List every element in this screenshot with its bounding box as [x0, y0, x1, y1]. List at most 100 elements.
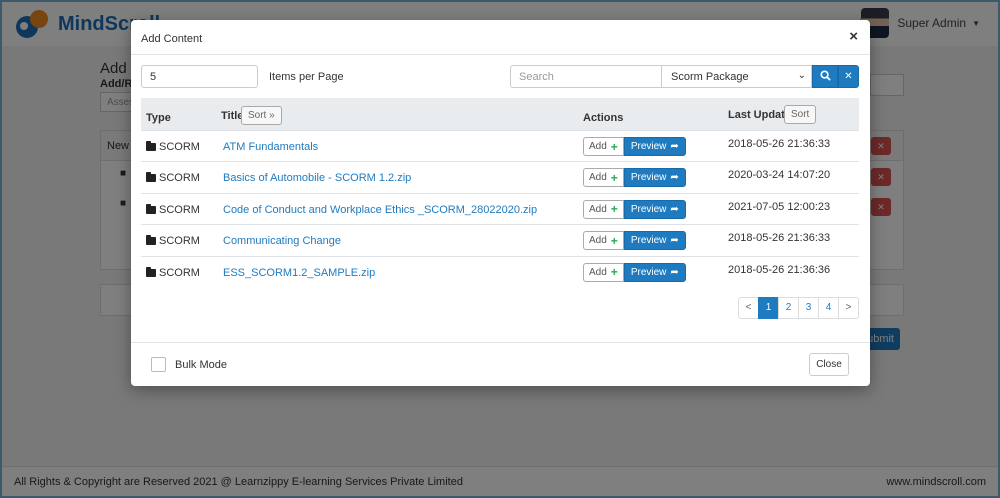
content-title-link[interactable]: ESS_SCORM1.2_SAMPLE.zip — [223, 267, 375, 279]
share-arrow-icon: ➦ — [670, 203, 679, 215]
row-actions: Add + Preview ➦ — [583, 168, 686, 188]
preview-button[interactable]: Preview ➦ — [623, 168, 686, 188]
content-title-link[interactable]: Code of Conduct and Workplace Ethics _SC… — [223, 204, 537, 216]
share-arrow-icon: ➦ — [670, 235, 679, 247]
pagination-page-1[interactable]: 1 — [758, 297, 779, 319]
table-row: SCORM Code of Conduct and Workplace Ethi… — [141, 194, 859, 226]
row-actions: Add + Preview ➦ — [583, 199, 686, 219]
type-label: SCORM — [159, 203, 200, 216]
last-updated-cell: 2020-03-24 14:07:20 — [728, 169, 831, 182]
preview-button[interactable]: Preview ➦ — [623, 231, 686, 251]
add-label: Add — [589, 172, 607, 184]
content-type-select[interactable]: Scorm Package ⌄ — [661, 65, 812, 88]
search-icon — [819, 70, 831, 81]
add-button[interactable]: Add + — [583, 231, 624, 251]
type-label: SCORM — [159, 172, 200, 185]
sort-label: Sort — [791, 109, 810, 120]
bulk-mode-toggle[interactable]: Bulk Mode — [151, 357, 227, 372]
content-type-selected: Scorm Package — [671, 71, 749, 83]
add-button[interactable]: Add + — [583, 137, 624, 156]
title-sort-button[interactable]: Sort » — [241, 106, 282, 125]
plus-icon: + — [610, 139, 618, 154]
table-row: SCORM Communicating Change Add + Preview ➦… — [141, 225, 859, 257]
content-title-link[interactable]: Communicating Change — [223, 235, 341, 247]
preview-label: Preview — [630, 203, 667, 215]
add-button[interactable]: Add + — [583, 199, 624, 219]
preview-label: Preview — [630, 235, 667, 247]
table-row: SCORM ESS_SCORM1.2_SAMPLE.zip Add + Previ… — [141, 257, 859, 288]
add-button[interactable]: Add + — [583, 168, 624, 188]
last-updated-sort-button[interactable]: Sort — [784, 105, 817, 124]
type-cell: SCORM — [146, 203, 200, 216]
plus-icon: + — [610, 265, 618, 280]
pagination-next[interactable]: > — [838, 297, 859, 319]
preview-label: Preview — [630, 172, 667, 184]
table-header: Type Title Sort » Actions Last Updated S… — [141, 98, 859, 131]
preview-label: Preview — [630, 266, 667, 278]
folder-icon — [146, 266, 156, 277]
bulk-mode-label: Bulk Mode — [175, 358, 227, 371]
type-cell: SCORM — [146, 266, 200, 279]
row-actions: Add + Preview ➦ — [583, 137, 686, 156]
pagination-page-3[interactable]: 3 — [798, 297, 819, 319]
table-row: SCORM ATM Fundamentals Add + Preview ➦ 201… — [141, 131, 859, 163]
content-title-link[interactable]: ATM Fundamentals — [223, 141, 318, 153]
preview-button[interactable]: Preview ➦ — [623, 199, 686, 219]
pagination-prev[interactable]: < — [738, 297, 759, 319]
pagination-page-2[interactable]: 2 — [778, 297, 799, 319]
last-updated-cell: 2018-05-26 21:36:33 — [728, 138, 831, 150]
modal-header: Add Content × — [131, 20, 870, 55]
plus-icon: + — [610, 170, 618, 185]
content-title-link[interactable]: Basics of Automobile - SCORM 1.2.zip — [223, 172, 411, 184]
close-icon[interactable]: × — [849, 28, 858, 45]
last-updated-cell: 2021-07-05 12:00:23 — [728, 200, 831, 213]
close-button[interactable]: Close — [809, 353, 849, 376]
sort-label: Sort — [248, 110, 267, 121]
plus-icon: + — [610, 233, 618, 248]
add-label: Add — [589, 266, 607, 278]
folder-icon — [146, 203, 156, 214]
type-cell: SCORM — [146, 235, 200, 247]
add-button[interactable]: Add + — [583, 262, 624, 282]
column-type: Type — [146, 112, 171, 124]
pagination-page-4[interactable]: 4 — [818, 297, 839, 319]
clear-search-button[interactable]: ✕ — [838, 65, 859, 88]
modal-controls: 5 Items per Page Search Scorm Package ⌄ … — [141, 65, 859, 89]
chevron-double-down-icon: » — [269, 110, 275, 121]
type-label: SCORM — [159, 141, 200, 153]
add-label: Add — [589, 141, 607, 152]
add-label: Add — [589, 203, 607, 215]
preview-label: Preview — [630, 141, 667, 152]
plus-icon: + — [610, 202, 618, 217]
items-per-page-input[interactable]: 5 — [141, 65, 258, 88]
search-button[interactable] — [812, 65, 838, 88]
folder-icon — [146, 172, 156, 183]
share-arrow-icon: ➦ — [670, 172, 679, 184]
folder-icon — [146, 141, 156, 151]
folder-icon — [146, 235, 156, 246]
bulk-mode-checkbox[interactable] — [151, 357, 166, 372]
modal-footer: Bulk Mode Close — [131, 342, 870, 386]
share-arrow-icon: ➦ — [670, 141, 679, 152]
type-cell: SCORM — [146, 172, 200, 184]
last-updated-cell: 2018-05-26 21:36:33 — [728, 232, 831, 245]
chevron-down-icon: ⌄ — [797, 70, 806, 81]
last-updated-cell: 2018-05-26 21:36:36 — [728, 263, 831, 276]
row-actions: Add + Preview ➦ — [583, 262, 686, 282]
type-label: SCORM — [159, 235, 200, 248]
column-actions: Actions — [583, 112, 624, 124]
preview-button[interactable]: Preview ➦ — [623, 137, 686, 156]
add-content-modal: Add Content × 5 Items per Page Search Sc… — [131, 20, 870, 386]
pagination: < 1 2 3 4 > — [738, 297, 859, 319]
modal-title: Add Content — [141, 33, 203, 45]
type-cell: SCORM — [146, 141, 200, 153]
share-arrow-icon: ➦ — [670, 266, 679, 278]
type-label: SCORM — [159, 266, 200, 279]
table-row: SCORM Basics of Automobile - SCORM 1.2.z… — [141, 162, 859, 194]
preview-button[interactable]: Preview ➦ — [623, 262, 686, 282]
content-table: Type Title Sort » Actions Last Updated S… — [141, 98, 859, 288]
items-per-page-label: Items per Page — [269, 71, 344, 83]
add-label: Add — [589, 235, 607, 247]
row-actions: Add + Preview ➦ — [583, 231, 686, 251]
search-input[interactable]: Search — [510, 65, 662, 88]
